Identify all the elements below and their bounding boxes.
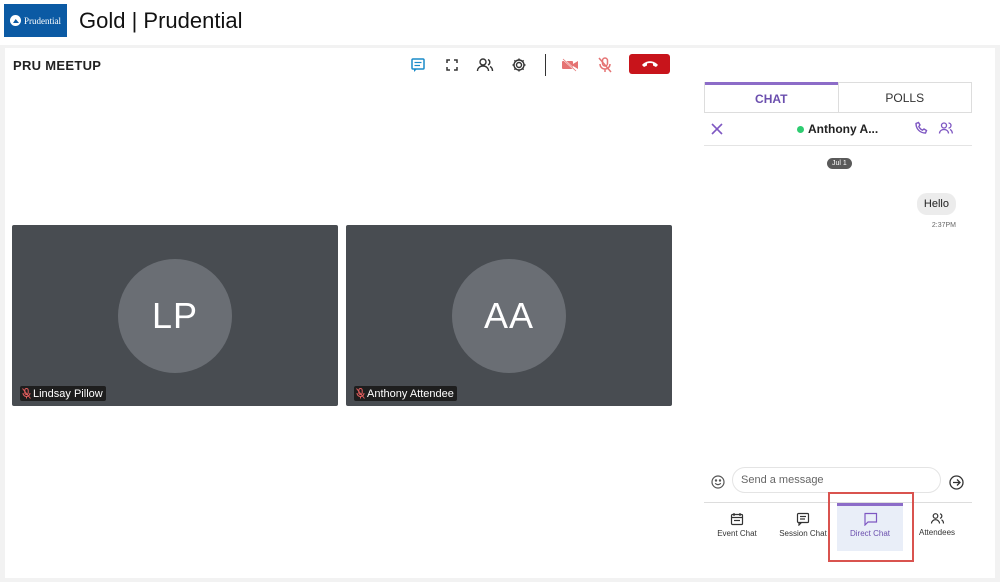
video-off-icon[interactable] (560, 56, 580, 74)
chat-icon[interactable] (408, 56, 428, 74)
people-icon (930, 513, 944, 524)
people-icon[interactable] (938, 121, 954, 140)
people-icon[interactable] (475, 56, 495, 74)
conversation-header: Anthony A... (704, 114, 972, 146)
app-title: Gold | Prudential (79, 8, 243, 33)
participant-tile: LP Lindsay Pillow (12, 225, 338, 406)
nav-label: Attendees (918, 528, 956, 537)
message-time: 2:37PM (931, 222, 956, 229)
emoji-icon[interactable] (711, 475, 725, 494)
participant-name: Anthony Attendee (367, 387, 454, 400)
participant-tile: AA Anthony Attendee (346, 225, 672, 406)
send-icon[interactable] (949, 475, 964, 495)
top-bar: Prudential Gold | Prudential (0, 0, 1000, 45)
avatar: LP (118, 258, 232, 373)
end-call-button[interactable] (629, 54, 670, 74)
toolbar-divider (545, 54, 546, 76)
tab-chat[interactable]: CHAT (705, 82, 838, 112)
message-input[interactable] (732, 467, 941, 493)
chat-peer: Anthony A... (797, 122, 878, 136)
nav-label: Session Chat (779, 529, 827, 538)
participant-name: Lindsay Pillow (33, 387, 103, 400)
mic-off-icon (356, 388, 365, 399)
meeting-title: PRU MEETUP (13, 58, 102, 73)
participant-name-tag: Anthony Attendee (354, 386, 457, 401)
mic-off-icon (22, 388, 31, 399)
tab-polls[interactable]: POLLS (837, 83, 972, 112)
online-status-dot (797, 125, 804, 133)
nav-session-chat[interactable]: Session Chat (770, 503, 836, 551)
nav-event-chat[interactable]: Event Chat (704, 503, 770, 551)
nav-label: Event Chat (717, 529, 757, 538)
end-call-icon (641, 61, 658, 67)
avatar: AA (452, 258, 566, 373)
mic-off-icon[interactable] (595, 56, 615, 74)
peer-name: Anthony A... (808, 122, 879, 136)
close-icon[interactable] (711, 122, 723, 140)
participant-name-tag: Lindsay Pillow (20, 386, 106, 401)
fullscreen-icon[interactable] (442, 56, 462, 74)
chat-tabs: CHAT POLLS (704, 82, 972, 113)
logo-text: Prudential (24, 15, 61, 26)
phone-icon[interactable] (914, 121, 928, 140)
message-square-icon (796, 512, 810, 526)
calendar-icon (730, 513, 744, 526)
settings-icon[interactable] (509, 56, 529, 74)
highlight-annotation (828, 492, 914, 562)
date-divider: Jul 1 (827, 158, 852, 169)
rock-logo-icon (10, 15, 21, 26)
prudential-logo: Prudential (4, 4, 67, 37)
message-bubble: Hello (916, 193, 956, 215)
